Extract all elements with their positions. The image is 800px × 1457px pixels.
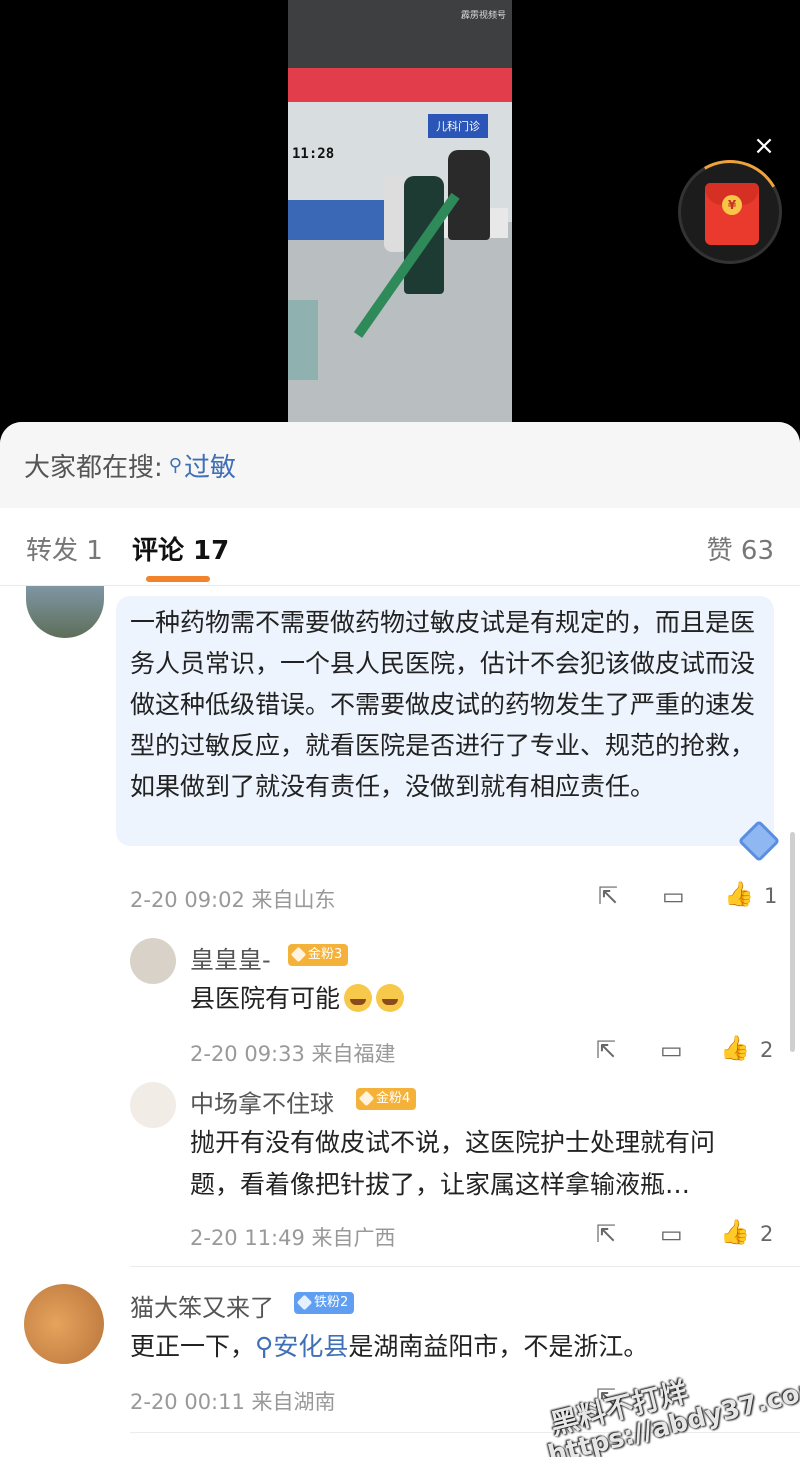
tab-repost[interactable]: 转发 1 — [26, 530, 103, 567]
video-red-banner — [288, 68, 512, 102]
search-icon: ⚲ — [168, 454, 182, 476]
close-icon[interactable]: × — [750, 132, 778, 160]
video-floor — [288, 222, 512, 422]
video-timestamp: 11:28 — [292, 146, 335, 162]
hot-search-label: 大家都在搜: — [24, 452, 163, 483]
video-chairs — [288, 200, 398, 240]
hot-search-keyword[interactable]: ⚲ 过敏 — [169, 447, 236, 484]
video-counter — [288, 300, 318, 380]
comment-sheet: 大家都在搜: ⚲ 过敏 转发 1 评论 17 赞 63 — [0, 422, 800, 1457]
red-packet-button[interactable]: ¥ — [666, 148, 794, 276]
tab-comment[interactable]: 评论 17 — [132, 530, 229, 567]
coin-icon: ¥ — [722, 195, 742, 215]
red-packet-icon: ¥ — [705, 183, 759, 245]
tab-bar: 转发 1 评论 17 赞 63 — [0, 508, 800, 586]
tab-like[interactable]: 赞 63 — [707, 530, 774, 567]
video-frame[interactable]: 霹雳视频号 儿科门诊 11:28 — [288, 0, 512, 422]
video-player[interactable]: 霹雳视频号 儿科门诊 11:28 × ¥ — [0, 0, 800, 440]
video-sign: 儿科门诊 — [428, 114, 488, 138]
hot-search-bar[interactable]: 大家都在搜: ⚲ 过敏 — [0, 422, 800, 508]
video-watermark: 霹雳视频号 — [460, 11, 506, 21]
tab-active-indicator — [146, 576, 210, 582]
